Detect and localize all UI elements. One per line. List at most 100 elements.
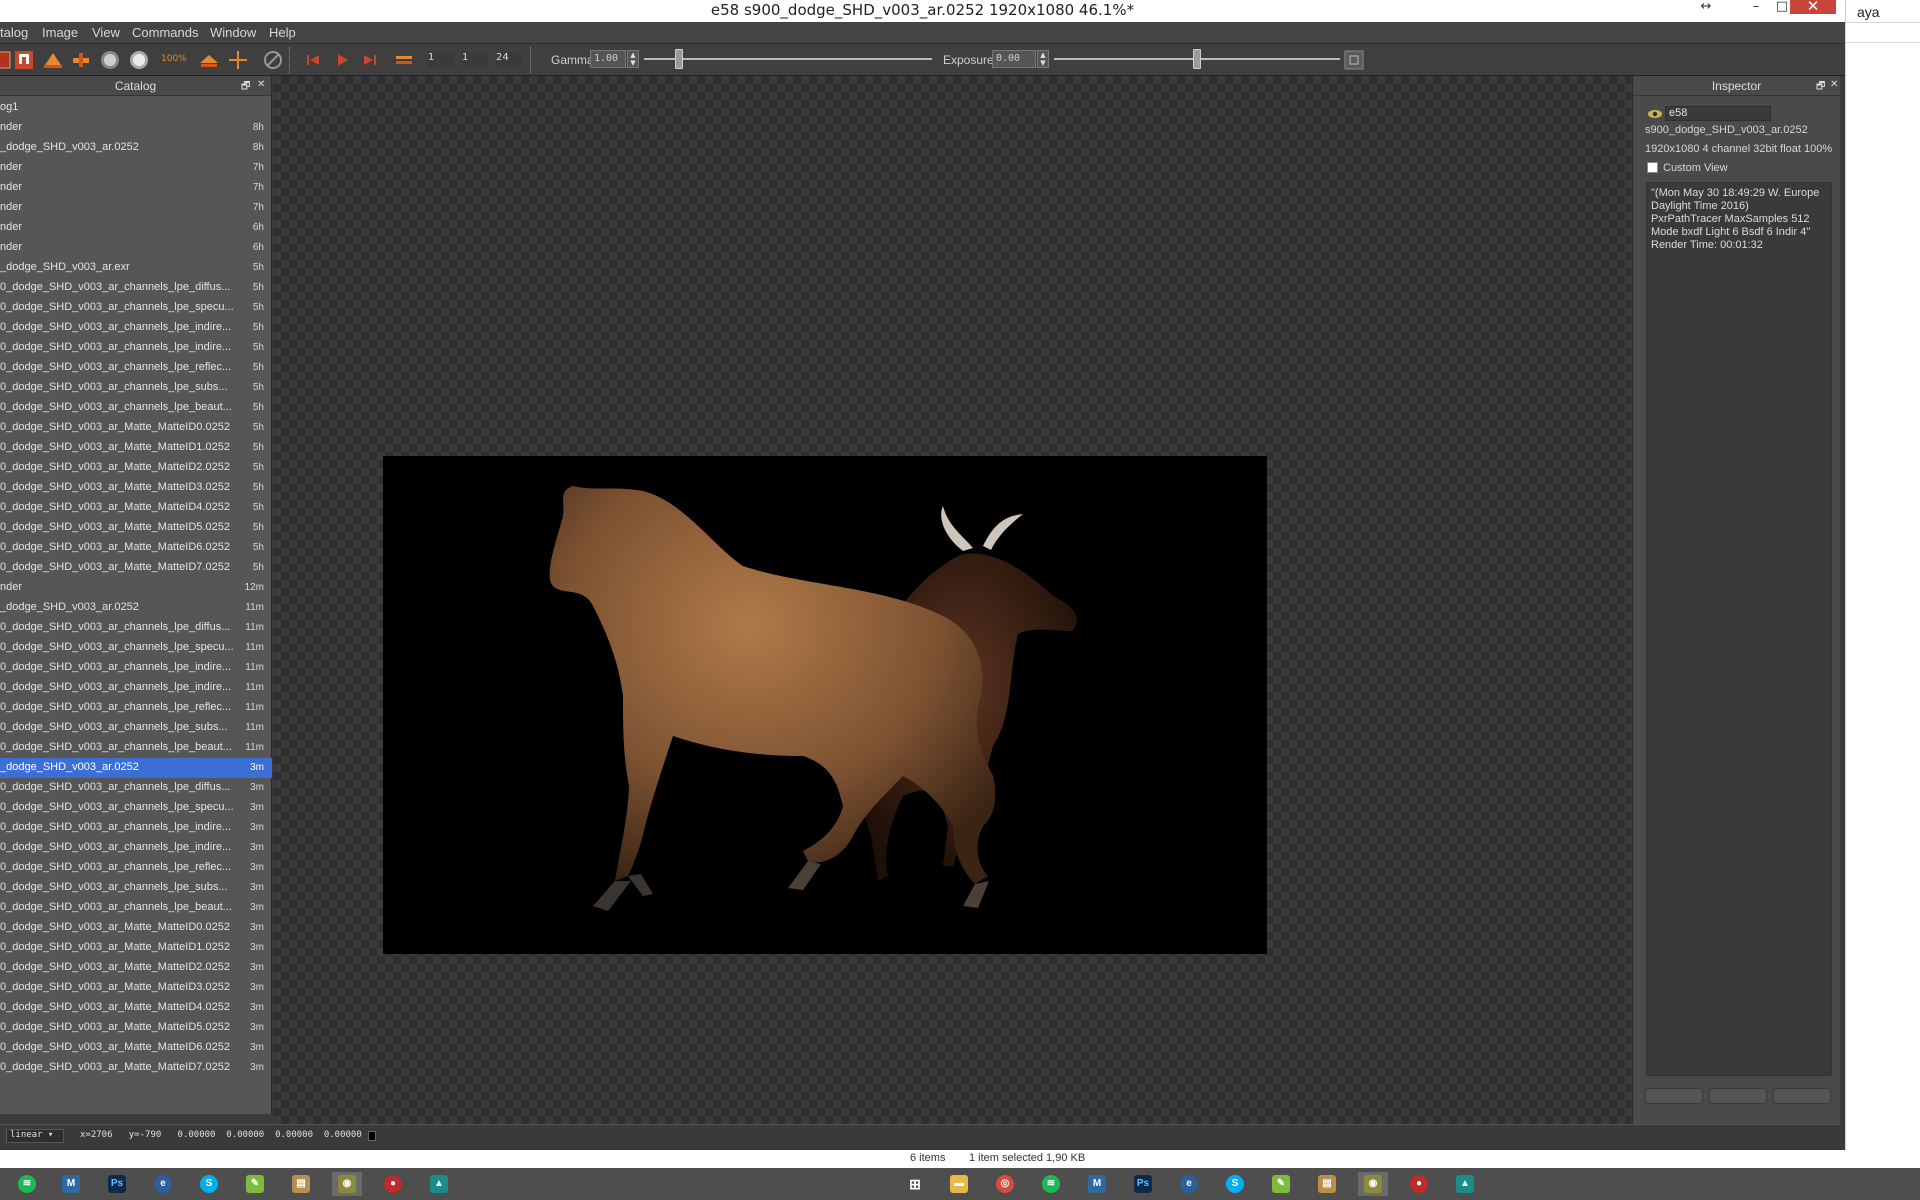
catalog-row[interactable]: 0_dodge_SHD_v003_ar_channels_lpe_indire.… [0, 678, 272, 698]
minimize-button[interactable]: – [1746, 0, 1766, 18]
catalog-row[interactable]: 0_dodge_SHD_v003_ar_Matte_MatteID0.0252 3… [0, 918, 272, 938]
float-panel-icon[interactable]: 🗗 [241, 79, 250, 96]
spotify-icon[interactable]: ≋ [12, 1172, 42, 1196]
catalog-row[interactable]: 0_dodge_SHD_v003_ar_Matte_MatteID4.0252 3… [0, 998, 272, 1018]
teal-app-icon[interactable]: ▲ [424, 1172, 454, 1196]
custom-view-checkbox[interactable] [1647, 162, 1658, 173]
exposure-input[interactable]: 0.00 [992, 50, 1036, 68]
catalog-row[interactable]: nder 12m [0, 578, 272, 598]
render-notes[interactable]: "(Mon May 30 18:49:29 W. Europe Daylight… [1646, 182, 1832, 1076]
background-window[interactable]: aya [1845, 0, 1920, 1150]
catalog-row[interactable]: 0_dodge_SHD_v003_ar_Matte_MatteID2.0252 5… [0, 458, 272, 478]
catalog-row[interactable]: 0_dodge_SHD_v003_ar_Matte_MatteID3.0252 3… [0, 978, 272, 998]
menu-view[interactable]: View [92, 25, 120, 40]
maximize-button[interactable]: □ [1772, 0, 1792, 18]
catalog-row[interactable]: 0_dodge_SHD_v003_ar_channels_lpe_diffus.… [0, 278, 272, 298]
catalog-row[interactable]: 0_dodge_SHD_v003_ar_channels_lpe_reflec.… [0, 358, 272, 378]
pencil-app-icon[interactable]: ✎ [1266, 1172, 1296, 1196]
catalog-row[interactable]: 0_dodge_SHD_v003_ar_channels_lpe_subs...… [0, 718, 272, 738]
catalog-row[interactable]: _dodge_SHD_v003_ar.0252 11m [0, 598, 272, 618]
catalog-row[interactable]: nder 8h [0, 118, 272, 138]
catalog-row[interactable]: _dodge_SHD_v003_ar.0252 3m [0, 758, 272, 778]
notes-app-icon[interactable]: ▤ [286, 1172, 316, 1196]
close-panel-icon[interactable]: ✕ [1830, 79, 1838, 90]
close-panel-icon[interactable]: ✕ [257, 79, 265, 90]
float-panel-icon[interactable]: 🗗 [1816, 79, 1825, 96]
catalog-row[interactable]: 0_dodge_SHD_v003_ar_channels_lpe_indire.… [0, 818, 272, 838]
catalog-row[interactable]: nder 7h [0, 158, 272, 178]
eye-icon[interactable] [1647, 106, 1663, 120]
timeline-icon[interactable] [393, 49, 415, 71]
catalog-row[interactable]: 0_dodge_SHD_v003_ar_channels_lpe_beaut..… [0, 738, 272, 758]
frame-end-input[interactable]: 24 [496, 52, 522, 68]
catalog-row[interactable]: _dodge_SHD_v003_ar.exr 5h [0, 258, 272, 278]
catalog-row[interactable]: 0_dodge_SHD_v003_ar_channels_lpe_reflec.… [0, 698, 272, 718]
catalog-row[interactable]: 0_dodge_SHD_v003_ar_channels_lpe_reflec.… [0, 858, 272, 878]
colorspace-dropdown[interactable]: linear ▾ [6, 1129, 64, 1143]
catalog-row[interactable]: 0_dodge_SHD_v003_ar_channels_lpe_specu..… [0, 798, 272, 818]
catalog-row[interactable]: 0_dodge_SHD_v003_ar_Matte_MatteID1.0252 3… [0, 938, 272, 958]
menu-window[interactable]: Window [210, 25, 256, 40]
inspector-button-2[interactable] [1709, 1088, 1767, 1104]
spotify-icon[interactable]: ≋ [1036, 1172, 1066, 1196]
catalog-row[interactable]: 0_dodge_SHD_v003_ar_channels_lpe_subs...… [0, 378, 272, 398]
catalog-row[interactable]: 0_dodge_SHD_v003_ar_Matte_MatteID6.0252 5… [0, 538, 272, 558]
image-name-field[interactable]: e58 [1665, 106, 1771, 121]
catalog-row[interactable]: nder 7h [0, 178, 272, 198]
catalog-row[interactable]: 0_dodge_SHD_v003_ar_channels_lpe_indire.… [0, 318, 272, 338]
catalog-row[interactable]: 0_dodge_SHD_v003_ar_channels_lpe_diffus.… [0, 618, 272, 638]
it-viewer-icon[interactable]: ◉ [332, 1172, 362, 1196]
catalog-row[interactable]: nder 6h [0, 218, 272, 238]
exposure-spinner[interactable]: ▲ ▼ [1037, 50, 1049, 68]
windows-start-icon[interactable]: ⊞ [900, 1172, 930, 1196]
sphere-icon[interactable] [99, 49, 121, 71]
catalog-row[interactable]: og1 [0, 98, 272, 118]
gamma-spinner[interactable]: ▲ ▼ [627, 50, 639, 68]
reset-view-icon[interactable] [1343, 49, 1367, 71]
disabled-icon[interactable] [262, 49, 284, 71]
catalog-row[interactable]: 0_dodge_SHD_v003_ar_Matte_MatteID2.0252 3… [0, 958, 272, 978]
exposure-slider-handle[interactable] [1193, 49, 1201, 69]
catalog-row[interactable]: nder 7h [0, 198, 272, 218]
catalog-row[interactable]: 0_dodge_SHD_v003_ar_Matte_MatteID7.0252 3… [0, 1058, 272, 1078]
catalog-row[interactable]: 0_dodge_SHD_v003_ar_Matte_MatteID6.0252 3… [0, 1038, 272, 1058]
maya-icon[interactable]: M [1082, 1172, 1112, 1196]
crop-icon[interactable] [70, 49, 92, 71]
teal-app-icon[interactable]: ▲ [1450, 1172, 1480, 1196]
catalog-tool-icon[interactable] [0, 49, 14, 71]
inspector-button-3[interactable] [1773, 1088, 1831, 1104]
renderman-icon[interactable]: ● [1404, 1172, 1434, 1196]
gamma-slider-handle[interactable] [674, 49, 683, 69]
photoshop-icon[interactable]: Ps [1128, 1172, 1158, 1196]
notes-app-icon[interactable]: ▤ [1312, 1172, 1342, 1196]
catalog-row[interactable]: 0_dodge_SHD_v003_ar_Matte_MatteID0.0252 5… [0, 418, 272, 438]
it-viewer-icon[interactable]: ◉ [1358, 1172, 1388, 1196]
catalog-row[interactable]: 0_dodge_SHD_v003_ar_channels_lpe_indire.… [0, 838, 272, 858]
catalog-row[interactable]: 0_dodge_SHD_v003_ar_channels_lpe_beaut..… [0, 398, 272, 418]
browser-icon[interactable]: e [148, 1172, 178, 1196]
catalog-row[interactable]: 0_dodge_SHD_v003_ar_Matte_MatteID1.0252 5… [0, 438, 272, 458]
play-icon[interactable] [331, 49, 353, 71]
file-explorer-icon[interactable]: ▬ [944, 1172, 974, 1196]
skype-icon[interactable]: S [194, 1172, 224, 1196]
catalog-row[interactable]: 0_dodge_SHD_v003_ar_channels_lpe_indire.… [0, 338, 272, 358]
menu-help[interactable]: Help [269, 25, 296, 40]
gamma-input[interactable]: 1.00 [590, 50, 626, 68]
menu-commands[interactable]: Commands [132, 25, 198, 40]
menu-image[interactable]: Image [42, 25, 78, 40]
catalog-row[interactable]: nder 6h [0, 238, 272, 258]
resize-icon[interactable]: ↔ [1696, 0, 1716, 18]
gamma-slider[interactable] [644, 58, 932, 60]
skype-icon[interactable]: S [1220, 1172, 1250, 1196]
catalog-row[interactable]: 0_dodge_SHD_v003_ar_Matte_MatteID4.0252 5… [0, 498, 272, 518]
zoom-100-button[interactable]: 100% [160, 49, 188, 71]
chrome-icon[interactable]: ◎ [990, 1172, 1020, 1196]
catalog-row[interactable]: 0_dodge_SHD_v003_ar_channels_lpe_specu..… [0, 298, 272, 318]
sphere-light-icon[interactable] [128, 49, 150, 71]
menu-catalog[interactable]: talog [0, 25, 28, 40]
renderman-icon[interactable]: ● [378, 1172, 408, 1196]
first-frame-icon[interactable] [302, 49, 324, 71]
catalog-row[interactable]: 0_dodge_SHD_v003_ar_Matte_MatteID7.0252 5… [0, 558, 272, 578]
frame-start-input[interactable]: 1 [428, 52, 454, 68]
photoshop-icon[interactable]: Ps [102, 1172, 132, 1196]
